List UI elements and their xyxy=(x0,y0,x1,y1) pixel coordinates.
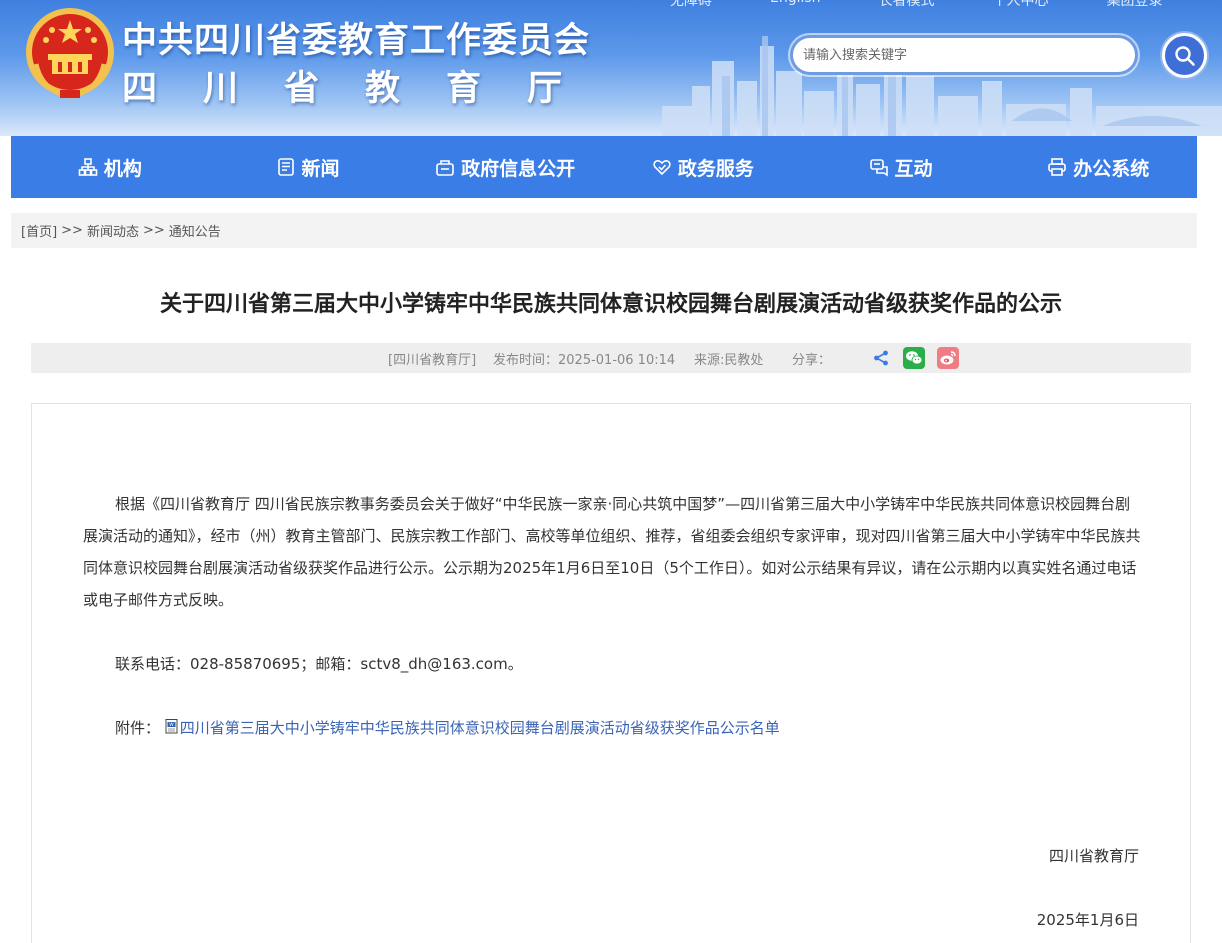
national-emblem-icon xyxy=(26,8,114,99)
heart-service-icon xyxy=(653,159,671,176)
breadcrumb-home[interactable]: [首页] xyxy=(21,221,57,240)
weibo-icon xyxy=(940,351,956,365)
nav-item-interaction[interactable]: 互动 xyxy=(802,136,1000,198)
top-link-user-center[interactable]: 个人中心 xyxy=(993,0,1049,10)
attachment-label: 附件： xyxy=(115,719,161,737)
meta-origin: 来源:民教处 xyxy=(694,352,764,368)
search-box xyxy=(790,35,1138,75)
search-icon xyxy=(1174,45,1195,66)
nav-item-news[interactable]: 新闻 xyxy=(209,136,407,198)
search-input[interactable] xyxy=(793,38,1135,72)
breadcrumb-notices[interactable]: 通知公告 xyxy=(169,221,221,240)
meta-share-label: 分享： xyxy=(792,352,832,368)
share-weibo-button[interactable] xyxy=(937,347,959,369)
meta-source-tag: [四川省教育厅] xyxy=(388,352,477,368)
document-file-icon: W xyxy=(165,719,178,734)
attachment-link[interactable]: 四川省第三届大中小学铸牢中华民族共同体意识校园舞台剧展演活动省级获奖作品公示名单 xyxy=(180,719,780,737)
article-title: 关于四川省第三届大中小学铸牢中华民族共同体意识校园舞台剧展演活动省级获奖作品的公… xyxy=(159,292,1062,317)
top-utility-links: 无障碍 English 长者模式 个人中心 集团登录 xyxy=(670,0,1163,10)
breadcrumb-separator: >> xyxy=(61,223,83,238)
search-button[interactable] xyxy=(1162,33,1207,78)
top-link-elder-mode[interactable]: 长者模式 xyxy=(879,0,935,10)
share-icon xyxy=(874,350,888,366)
nav-label-news: 新闻 xyxy=(301,157,340,180)
nav-label-interaction: 互动 xyxy=(894,157,933,180)
meta-publish-time: 发布时间：2025-01-06 10:14 xyxy=(493,352,676,368)
printer-icon xyxy=(1048,158,1066,176)
org-chart-icon xyxy=(78,158,98,176)
article-date: 2025年1月6日 xyxy=(1036,911,1139,929)
nav-label-office-system: 办公系统 xyxy=(1073,157,1150,180)
main-nav: 机构 新闻 政府信息公开 政务服务 互动 办公系统 xyxy=(11,136,1197,198)
nav-label-info-public: 政府信息公开 xyxy=(461,157,576,180)
nav-item-gov-service[interactable]: 政务服务 xyxy=(604,136,802,198)
share-button[interactable] xyxy=(870,347,892,369)
top-link-english[interactable]: English xyxy=(770,0,821,10)
article-signature: 四川省教育厅 xyxy=(1048,847,1139,865)
article-content: 根据《四川省教育厅 四川省民族宗教事务委员会关于做好“中华民族一家亲·同心共筑中… xyxy=(31,403,1191,943)
site-title-line2: 四川省教育厅 xyxy=(122,69,609,109)
breadcrumb-separator: >> xyxy=(142,223,165,238)
news-icon xyxy=(277,158,294,176)
breadcrumb-news[interactable]: 新闻动态 xyxy=(87,221,139,240)
svg-text:W: W xyxy=(169,722,174,728)
top-link-group-login[interactable]: 集团登录 xyxy=(1107,0,1163,10)
article-meta-bar: [四川省教育厅] 发布时间：2025-01-06 10:14 来源:民教处 分享… xyxy=(31,343,1191,373)
wechat-icon xyxy=(906,351,923,365)
info-public-icon xyxy=(436,160,454,176)
article-body-paragraph: 根据《四川省教育厅 四川省民族宗教事务委员会关于做好“中华民族一家亲·同心共筑中… xyxy=(83,495,1141,609)
site-header: 无障碍 English 长者模式 个人中心 集团登录 中共四川省委教育工作委员会… xyxy=(0,0,1222,136)
nav-item-organization[interactable]: 机构 xyxy=(11,136,209,198)
site-title-line1: 中共四川省委教育工作委员会 xyxy=(122,21,591,61)
chat-icon xyxy=(869,159,888,177)
article-contact: 联系电话：028-85870695；邮箱：sctv8_dh@163.com。 xyxy=(115,655,523,673)
nav-item-office-system[interactable]: 办公系统 xyxy=(999,136,1197,198)
article-attachment: 附件： W 四川省第三届大中小学铸牢中华民族共同体意识校园舞台剧展演活动省级获奖… xyxy=(115,717,780,738)
top-link-accessibility[interactable]: 无障碍 xyxy=(670,0,712,10)
share-wechat-button[interactable] xyxy=(903,347,925,369)
nav-label-gov-service: 政务服务 xyxy=(677,157,754,180)
breadcrumb: [首页] >> 新闻动态 >> 通知公告 xyxy=(11,213,1197,248)
nav-label-organization: 机构 xyxy=(103,157,142,180)
nav-item-info-public[interactable]: 政府信息公开 xyxy=(406,136,604,198)
